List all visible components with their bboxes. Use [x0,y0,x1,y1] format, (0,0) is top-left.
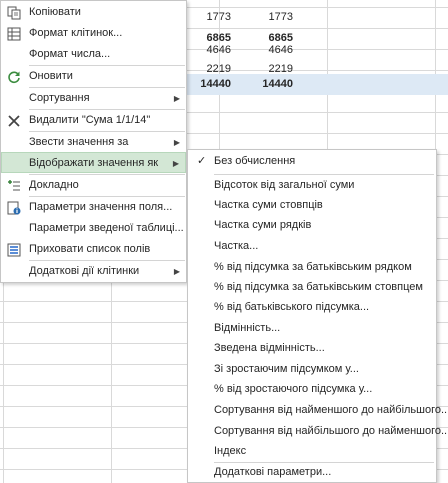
submenu-item-label: Частка суми рядків [214,219,312,231]
submenu-item-label: Додаткові параметри... [214,466,332,478]
delete-icon [6,113,21,128]
submenu-item-label: Сортування від найбільшого до найменшого… [214,425,448,437]
menu-item-remove-field[interactable]: Видалити "Сума 1/1/14" [1,110,186,131]
submenu-item-label: Зі зростаючим підсумком у... [214,363,359,375]
menu-item-number-format[interactable]: Формат числа... [1,44,186,65]
menu-item-hide-field-list[interactable]: Приховати список полів [1,239,186,260]
grand-total-cell[interactable]: 14440 [231,74,293,95]
submenu-arrow-icon: ▶ [173,138,180,147]
submenu-item-label: Частка... [214,240,259,252]
pivot-cell[interactable]: 1773 [231,7,293,28]
menu-item-label: Параметри зведеної таблиці... [29,222,184,234]
menu-item-pivottable-options[interactable]: Параметри зведеної таблиці... [1,218,186,239]
menu-item-label: Докладно [29,179,79,191]
format-cells-icon [6,26,21,41]
submenu-item-index[interactable]: Індекс [188,441,436,462]
menu-item-label: Оновити [29,70,73,82]
submenu-item-percent-difference-from[interactable]: Зведена відмінність... [188,338,436,359]
submenu-item-rank-largest-to-smallest[interactable]: Сортування від найбільшого до найменшого… [188,421,448,442]
grand-total-cell[interactable]: 14440 [187,74,231,95]
field-list-icon [6,242,21,257]
menu-item-label: Додаткові дії клітинки [29,265,140,277]
submenu-item-percent-column-total[interactable]: Частка суми стовпців [188,195,436,216]
menu-item-sort[interactable]: Сортування ▶ [1,88,186,109]
submenu-item-label: % від підсумка за батьківським рядком [214,261,412,273]
submenu-item-percent-row-total[interactable]: Частка суми рядків [188,215,436,236]
menu-item-refresh[interactable]: Оновити [1,66,186,87]
show-details-icon [6,178,21,193]
submenu-item-label: % від підсумка за батьківським стовпцем [214,281,423,293]
menu-item-format-cells[interactable]: Формат клітинок... [1,23,186,44]
pivot-row[interactable]: 4646 4646 [187,40,448,61]
submenu-arrow-icon: ▶ [173,94,180,103]
context-menu: Копіювати Формат клітинок... Формат числ… [0,0,187,283]
pivot-row[interactable]: 5602 5602 [187,0,448,7]
submenu-item-running-total[interactable]: Зі зростаючим підсумком у... [188,359,436,380]
pivot-cell[interactable]: 5602 [187,0,231,7]
menu-item-label: Формат числа... [29,48,111,60]
menu-item-label: Сортування [29,92,90,104]
submenu-item-label: % від зростаючого підсумка у... [214,383,373,395]
copy-icon [6,5,21,20]
pivot-cell[interactable]: 4646 [187,40,231,61]
submenu-item-percent-running-total[interactable]: % від зростаючого підсумка у... [188,379,436,400]
menu-item-additional-actions[interactable]: Додаткові дії клітинки ▶ [1,261,186,282]
submenu-item-label: Відсоток від загальної суми [214,179,355,191]
submenu-item-more-options[interactable]: Додаткові параметри... [188,462,436,483]
menu-item-label: Параметри значення поля... [29,201,173,213]
submenu-item-label: Без обчислення [214,155,296,167]
menu-item-label: Копіювати [29,6,81,18]
submenu-item-no-calculation[interactable]: ✓ Без обчислення [188,151,436,172]
submenu-item-percent-parent-column[interactable]: % від підсумка за батьківським стовпцем [188,277,436,298]
submenu-item-percent-of[interactable]: Частка... [188,236,436,257]
pivot-cell[interactable]: 4646 [231,40,293,61]
submenu-arrow-icon: ▶ [173,267,180,276]
menu-item-show-values-as[interactable]: Відображати значення як ▶ [1,152,186,173]
submenu-item-rank-smallest-to-largest[interactable]: Сортування від найменшого до найбільшого… [188,400,448,421]
pivot-cell[interactable]: 5602 [231,0,293,7]
submenu-item-difference-from[interactable]: Відмінність... [188,318,436,339]
field-settings-icon [6,200,21,215]
submenu-item-label: Зведена відмінність... [214,342,325,354]
submenu-item-label: Частка суми стовпців [214,199,323,211]
submenu-item-percent-grand-total[interactable]: Відсоток від загальної суми [188,175,436,196]
menu-item-label: Формат клітинок... [29,27,123,39]
grand-total-row[interactable]: 14440 14440 [187,74,448,95]
submenu-arrow-icon: ▶ [172,159,179,168]
menu-item-label: Звести значення за [29,136,129,148]
show-values-as-submenu: ✓ Без обчислення Відсоток від загальної … [187,149,448,483]
checkmark-icon: ✓ [197,155,207,167]
menu-item-copy[interactable]: Копіювати [1,2,186,23]
pivot-row[interactable]: 1773 1773 [187,7,448,28]
menu-item-label: Відображати значення як [29,157,159,169]
menu-item-show-details[interactable]: Докладно [1,175,186,196]
menu-item-label: Видалити "Сума 1/1/14" [29,114,151,126]
submenu-item-percent-parent-row[interactable]: % від підсумка за батьківським рядком [188,257,436,278]
menu-item-summarize-values-by[interactable]: Звести значення за ▶ [1,132,186,153]
menu-item-value-field-settings[interactable]: Параметри значення поля... [1,197,186,218]
submenu-item-label: Індекс [214,445,247,457]
submenu-item-label: Відмінність... [214,322,281,334]
submenu-item-percent-parent-total[interactable]: % від батьківського підсумка... [188,297,436,318]
submenu-item-label: % від батьківського підсумка... [214,301,370,313]
submenu-item-label: Сортування від найменшого до найбільшого… [214,404,448,416]
menu-item-label: Приховати список полів [29,243,151,255]
pivot-cell[interactable]: 1773 [187,7,231,28]
refresh-icon [6,69,21,84]
